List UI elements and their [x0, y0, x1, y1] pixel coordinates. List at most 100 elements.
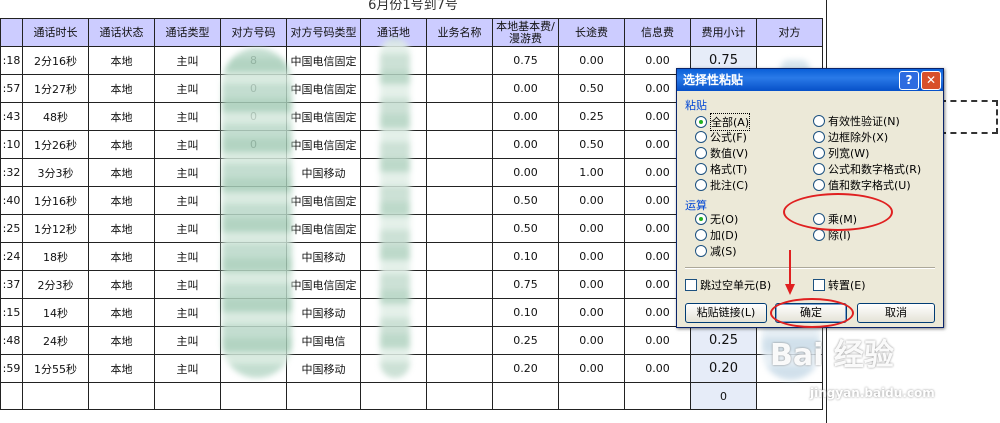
radio-paste-values[interactable]: 数值(V): [695, 145, 748, 161]
cell-empty[interactable]: [154, 382, 221, 410]
cell-ld[interactable]: 0.00: [558, 214, 625, 243]
cell-ld[interactable]: 0.25: [558, 102, 625, 131]
cell-time[interactable]: :43: [0, 102, 23, 131]
cell-base[interactable]: 0.50: [492, 214, 559, 243]
header-cell[interactable]: 对方号码: [220, 18, 287, 47]
cell-biz[interactable]: [426, 46, 493, 75]
radio-paste-no-borders[interactable]: 边框除外(X): [813, 129, 888, 145]
cell-ld[interactable]: 0.00: [558, 298, 625, 327]
cell-base[interactable]: 0.50: [492, 186, 559, 215]
header-cell[interactable]: 通话状态: [88, 18, 155, 47]
cell-dur[interactable]: 2分16秒: [22, 46, 89, 75]
header-cell-rownum[interactable]: [0, 18, 23, 47]
help-button[interactable]: ?: [899, 71, 919, 90]
radio-paste-values-numfmt[interactable]: 值和数字格式(U): [813, 177, 911, 193]
cell-total[interactable]: 0: [690, 382, 757, 410]
cell-ntype[interactable]: 中国电信固定: [286, 102, 361, 131]
cell-info[interactable]: 0.00: [624, 326, 691, 355]
cell-base[interactable]: 0.00: [492, 102, 559, 131]
header-cell[interactable]: 费用小计: [690, 18, 757, 47]
cell-ntype[interactable]: 中国电信固定: [286, 214, 361, 243]
header-cell[interactable]: 长途费: [558, 18, 625, 47]
cell-ld[interactable]: 0.00: [558, 326, 625, 355]
cell-ld[interactable]: 1.00: [558, 158, 625, 187]
cell-status[interactable]: 本地: [88, 354, 155, 383]
cell-empty[interactable]: [360, 382, 427, 410]
cell-ld[interactable]: 0.00: [558, 46, 625, 75]
cell-biz[interactable]: [426, 242, 493, 271]
cell-time[interactable]: :59: [0, 354, 23, 383]
cell-empty[interactable]: [286, 382, 361, 410]
cell-ntype[interactable]: 中国电信固定: [286, 46, 361, 75]
cell-type[interactable]: 主叫: [154, 46, 221, 75]
cell-status[interactable]: 本地: [88, 186, 155, 215]
cell-biz[interactable]: [426, 102, 493, 131]
cell-type[interactable]: 主叫: [154, 186, 221, 215]
cell-base[interactable]: 0.75: [492, 46, 559, 75]
cell-biz[interactable]: [426, 186, 493, 215]
cell-time[interactable]: :24: [0, 242, 23, 271]
cell-empty[interactable]: [624, 382, 691, 410]
cell-type[interactable]: 主叫: [154, 102, 221, 131]
cell-ntype[interactable]: 中国移动: [286, 298, 361, 327]
cell-ld[interactable]: 0.00: [558, 354, 625, 383]
cell-ld[interactable]: 0.00: [558, 186, 625, 215]
cell-dur[interactable]: 1分16秒: [22, 186, 89, 215]
cell-base[interactable]: 0.00: [492, 130, 559, 159]
cell-time[interactable]: :40: [0, 186, 23, 215]
cell-time[interactable]: :25: [0, 214, 23, 243]
radio-op-subtract[interactable]: 减(S): [695, 243, 737, 259]
cell-status[interactable]: 本地: [88, 214, 155, 243]
paste-link-button[interactable]: 粘贴链接(L): [685, 303, 767, 323]
cell-empty[interactable]: [0, 382, 23, 410]
cell-time[interactable]: :15: [0, 298, 23, 327]
cell-dur[interactable]: 1分55秒: [22, 354, 89, 383]
cell-empty[interactable]: [220, 382, 287, 410]
cell-base[interactable]: 0.75: [492, 270, 559, 299]
checkbox-transpose[interactable]: 转置(E): [813, 277, 866, 293]
cell-status[interactable]: 本地: [88, 270, 155, 299]
cell-sub[interactable]: 0.20: [690, 354, 757, 383]
cell-status[interactable]: 本地: [88, 298, 155, 327]
cell-type[interactable]: 主叫: [154, 298, 221, 327]
cell-base[interactable]: 0.10: [492, 298, 559, 327]
radio-paste-comments[interactable]: 批注(C): [695, 177, 748, 193]
radio-op-none[interactable]: 无(O): [695, 211, 738, 227]
radio-paste-formulas-numfmt[interactable]: 公式和数字格式(R): [813, 161, 921, 177]
cell-biz[interactable]: [426, 298, 493, 327]
cell-base[interactable]: 0.10: [492, 242, 559, 271]
cell-dur[interactable]: 1分27秒: [22, 74, 89, 103]
cell-time[interactable]: :37: [0, 270, 23, 299]
radio-paste-formats[interactable]: 格式(T): [695, 161, 747, 177]
cell-ntype[interactable]: 中国移动: [286, 158, 361, 187]
cell-dur[interactable]: 18秒: [22, 242, 89, 271]
cell-empty[interactable]: [88, 382, 155, 410]
cell-base[interactable]: 0.25: [492, 326, 559, 355]
cancel-button[interactable]: 取消: [857, 303, 935, 323]
cell-dur[interactable]: 48秒: [22, 102, 89, 131]
cell-empty[interactable]: [426, 382, 493, 410]
cell-ntype[interactable]: 中国电信固定: [286, 74, 361, 103]
cell-type[interactable]: 主叫: [154, 326, 221, 355]
cell-ld[interactable]: 0.00: [558, 270, 625, 299]
cell-ld[interactable]: 0.50: [558, 130, 625, 159]
header-cell[interactable]: 本地基本费/漫游费: [492, 18, 559, 47]
cell-biz[interactable]: [426, 326, 493, 355]
cell-sub[interactable]: 0.25: [690, 326, 757, 355]
cell-status[interactable]: 本地: [88, 158, 155, 187]
cell-dur[interactable]: 3分3秒: [22, 158, 89, 187]
header-cell[interactable]: 对方号码类型: [286, 18, 361, 47]
cell-biz[interactable]: [426, 214, 493, 243]
cell-ld[interactable]: 0.00: [558, 242, 625, 271]
header-cell[interactable]: 信息费: [624, 18, 691, 47]
radio-paste-col-widths[interactable]: 列宽(W): [813, 145, 869, 161]
cell-empty[interactable]: [492, 382, 559, 410]
radio-paste-validation[interactable]: 有效性验证(N): [813, 113, 900, 129]
cell-ld[interactable]: 0.50: [558, 74, 625, 103]
cell-type[interactable]: 主叫: [154, 74, 221, 103]
cell-time[interactable]: :10: [0, 130, 23, 159]
cell-dur[interactable]: 24秒: [22, 326, 89, 355]
cell-type[interactable]: 主叫: [154, 214, 221, 243]
cell-type[interactable]: 主叫: [154, 158, 221, 187]
cell-status[interactable]: 本地: [88, 46, 155, 75]
